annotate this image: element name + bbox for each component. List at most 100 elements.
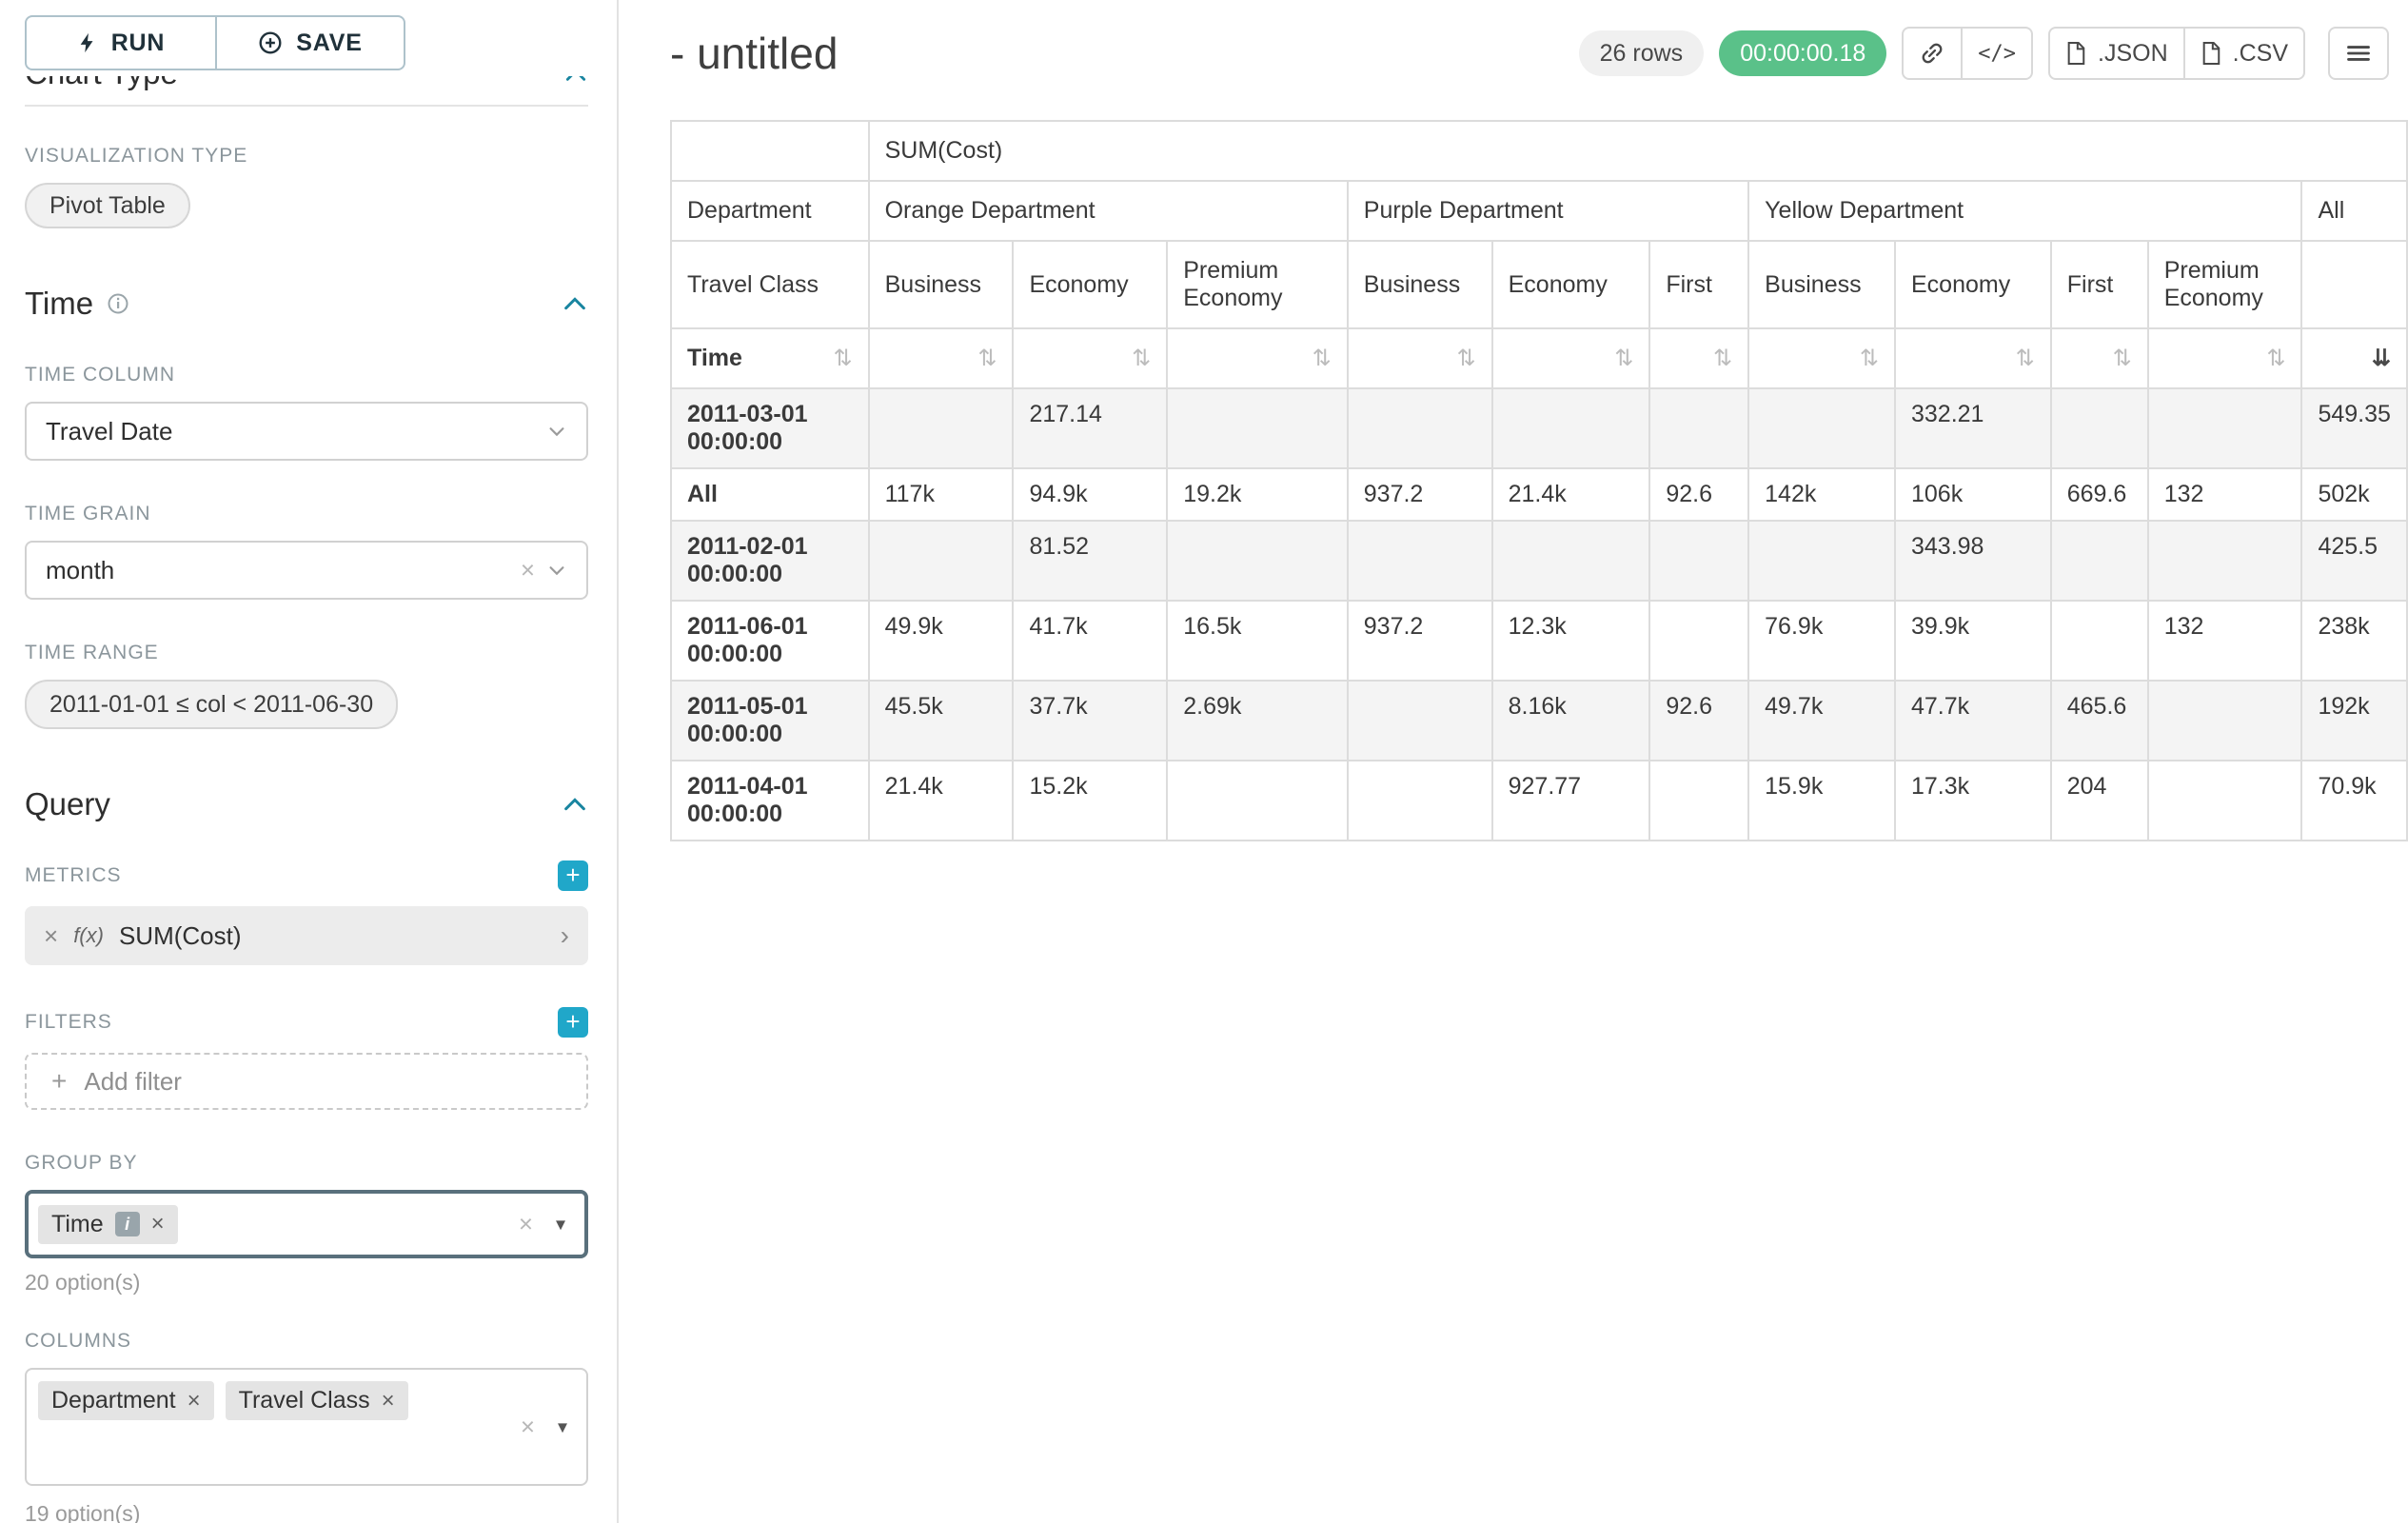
chevron-right-icon[interactable]: › — [561, 920, 569, 951]
query-section-header[interactable]: Query — [25, 786, 588, 822]
pivot-value-cell — [2148, 761, 2302, 841]
pivot-sort-cell[interactable]: ⇅ — [1348, 328, 1492, 388]
export-json-button[interactable]: .JSON — [2048, 27, 2185, 80]
pivot-value-cell — [1649, 601, 1748, 681]
time-header-label: Time — [687, 345, 742, 372]
selected-option-chip[interactable]: Travel Class× — [226, 1381, 408, 1420]
sort-icon[interactable]: ⇅ — [1132, 345, 1151, 372]
sort-icon[interactable]: ⇅ — [834, 345, 853, 372]
pivot-value-cell: 117k — [869, 468, 1014, 521]
pivot-value-cell — [1492, 388, 1650, 468]
remove-chip-icon[interactable]: × — [151, 1211, 165, 1237]
pivot-group-header: Orange Department — [869, 181, 1348, 241]
pivot-value-cell: 132 — [2148, 468, 2302, 521]
sort-icon[interactable]: ⇅ — [2266, 345, 2285, 372]
sort-icon[interactable]: ⇅ — [1860, 345, 1879, 372]
pivot-sort-cell[interactable]: ⇅ — [1895, 328, 2051, 388]
pivot-sort-cell[interactable]: ⇅ — [1748, 328, 1895, 388]
pivot-corner-cell — [671, 121, 869, 181]
add-filter-button[interactable]: + Add filter — [25, 1053, 588, 1110]
group-by-label: GROUP BY — [25, 1152, 588, 1175]
json-button-label: .JSON — [2098, 40, 2168, 68]
dropdown-caret-icon[interactable]: ▾ — [556, 1213, 565, 1236]
run-button[interactable]: RUN — [25, 15, 217, 70]
pivot-value-cell: 21.4k — [869, 761, 1014, 841]
columns-select[interactable]: Department× Travel Class× × ▾ — [25, 1368, 588, 1486]
pivot-sort-cell[interactable]: ⇊ — [2301, 328, 2407, 388]
query-section-title: Query — [25, 786, 110, 822]
chart-menu-button[interactable] — [2328, 27, 2389, 80]
sort-icon[interactable]: ⇅ — [1713, 345, 1732, 372]
visualization-type-pill[interactable]: Pivot Table — [25, 183, 190, 228]
pivot-time-header[interactable]: Time ⇅ — [671, 328, 869, 388]
pivot-value-cell: 49.9k — [869, 601, 1014, 681]
pivot-class-header: Business — [869, 241, 1014, 328]
pivot-sort-cell[interactable]: ⇅ — [1013, 328, 1167, 388]
time-column-select[interactable]: Travel Date — [25, 402, 588, 461]
save-button[interactable]: SAVE — [217, 15, 405, 70]
sort-desc-icon[interactable]: ⇊ — [2372, 345, 2391, 372]
time-section-header[interactable]: Time — [25, 286, 588, 322]
group-by-select[interactable]: Timei× × ▾ — [25, 1190, 588, 1258]
time-range-pill[interactable]: 2011-01-01 ≤ col < 2011-06-30 — [25, 680, 398, 729]
remove-chip-icon[interactable]: × — [382, 1388, 395, 1414]
time-grain-select[interactable]: month × — [25, 541, 588, 600]
pivot-sort-cell[interactable]: ⇅ — [1167, 328, 1348, 388]
add-filter-plus-button[interactable]: + — [558, 1007, 588, 1038]
pivot-value-cell: 106k — [1895, 468, 2051, 521]
pivot-value-cell: 37.7k — [1013, 681, 1167, 761]
selected-option-chip[interactable]: Department× — [38, 1381, 214, 1420]
clear-icon[interactable]: × — [519, 1210, 533, 1239]
pivot-row-label: 2011-05-01 00:00:00 — [671, 681, 869, 761]
chart-type-title: Chart Type — [25, 76, 178, 91]
pivot-value-cell: 94.9k — [1013, 468, 1167, 521]
embed-code-button[interactable]: </> — [1963, 27, 2033, 80]
time-grain-label: TIME GRAIN — [25, 503, 588, 525]
export-csv-button[interactable]: .CSV — [2185, 27, 2305, 80]
add-metric-button[interactable]: + — [558, 860, 588, 891]
pivot-value-cell: 8.16k — [1492, 681, 1650, 761]
pivot-class-header: Business — [1748, 241, 1895, 328]
sort-icon[interactable]: ⇅ — [1457, 345, 1476, 372]
pivot-sort-cell[interactable]: ⇅ — [1649, 328, 1748, 388]
pivot-sort-cell[interactable]: ⇅ — [1492, 328, 1650, 388]
pivot-sort-cell[interactable]: ⇅ — [869, 328, 1014, 388]
pivot-data-row: All117k94.9k19.2k937.221.4k92.6142k106k6… — [671, 468, 2407, 521]
chart-title[interactable]: - untitled — [670, 28, 838, 79]
filters-label: FILTERS — [25, 1011, 112, 1034]
pivot-value-cell: 343.98 — [1895, 521, 2051, 601]
pivot-sort-cell[interactable]: ⇅ — [2148, 328, 2302, 388]
info-icon — [107, 292, 129, 315]
sort-icon[interactable]: ⇅ — [2016, 345, 2035, 372]
time-section-title: Time — [25, 286, 93, 322]
sort-icon[interactable]: ⇅ — [2113, 345, 2132, 372]
selected-option-chip[interactable]: Timei× — [38, 1205, 178, 1244]
clear-icon[interactable]: × — [521, 556, 535, 585]
metric-chip[interactable]: × f(x) SUM(Cost) › — [25, 906, 588, 965]
pivot-value-cell — [1649, 388, 1748, 468]
csv-button-label: .CSV — [2233, 40, 2288, 68]
copy-link-button[interactable] — [1902, 27, 1963, 80]
pivot-value-cell: 937.2 — [1348, 468, 1492, 521]
pivot-value-cell — [1348, 521, 1492, 601]
clear-icon[interactable]: × — [521, 1413, 535, 1442]
pivot-row-label: 2011-04-01 00:00:00 — [671, 761, 869, 841]
remove-metric-icon[interactable]: × — [44, 921, 58, 951]
pivot-value-cell: 12.3k — [1492, 601, 1650, 681]
pivot-value-cell: 45.5k — [869, 681, 1014, 761]
chevron-up-icon[interactable] — [563, 76, 588, 88]
chevron-up-icon[interactable] — [562, 791, 588, 818]
pivot-group-header: Purple Department — [1348, 181, 1748, 241]
chevron-up-icon[interactable] — [562, 290, 588, 317]
sort-icon[interactable]: ⇅ — [977, 345, 997, 372]
sort-icon[interactable]: ⇅ — [1614, 345, 1633, 372]
remove-chip-icon[interactable]: × — [188, 1388, 201, 1414]
dropdown-caret-icon[interactable]: ▾ — [558, 1415, 567, 1439]
pivot-value-cell — [2051, 601, 2148, 681]
pivot-value-cell: 502k — [2301, 468, 2407, 521]
pivot-sort-cell[interactable]: ⇅ — [2051, 328, 2148, 388]
pivot-value-cell: 192k — [2301, 681, 2407, 761]
visualization-type-value: Pivot Table — [49, 192, 166, 220]
sort-icon[interactable]: ⇅ — [1313, 345, 1332, 372]
link-icon — [1919, 40, 1945, 67]
